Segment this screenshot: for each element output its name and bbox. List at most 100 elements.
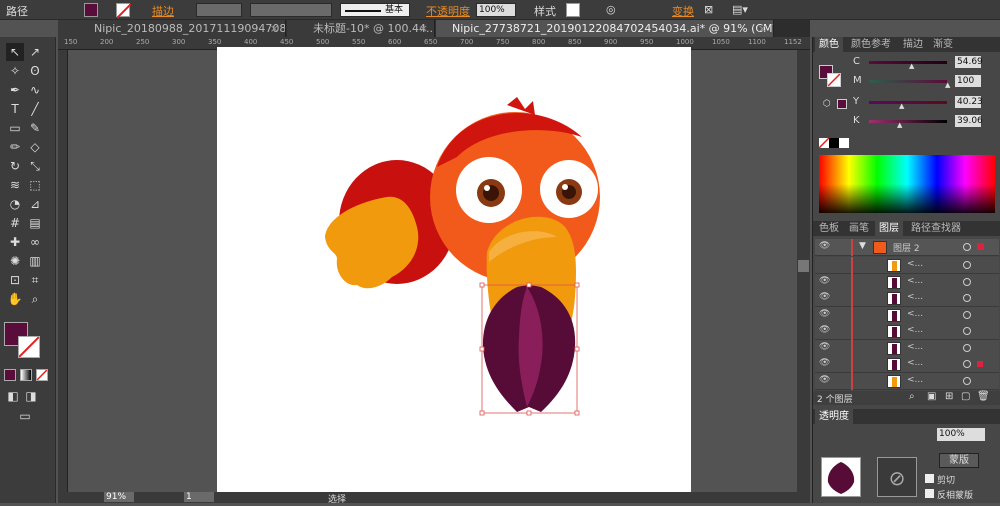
sublayer-label[interactable]: <... bbox=[907, 342, 923, 352]
scroll-thumb[interactable] bbox=[798, 260, 809, 272]
tab-color[interactable]: 颜色 bbox=[815, 37, 843, 52]
mask-placeholder[interactable]: ⊘ bbox=[877, 457, 917, 497]
color-spectrum[interactable] bbox=[819, 155, 995, 213]
shape-builder-icon[interactable]: ◔ bbox=[6, 195, 24, 213]
opacity-input[interactable]: 100% bbox=[476, 3, 516, 17]
hand-icon[interactable]: ✋ bbox=[6, 290, 24, 308]
variable-width-dropdown[interactable] bbox=[250, 3, 332, 17]
color-stroke-box[interactable] bbox=[827, 73, 841, 87]
c-track[interactable] bbox=[869, 61, 947, 64]
color-mode-button[interactable] bbox=[4, 369, 16, 381]
target-icon[interactable] bbox=[963, 243, 971, 251]
draw-behind-icon[interactable]: ◨ bbox=[22, 387, 40, 405]
tab-stroke[interactable]: 描边 bbox=[899, 37, 927, 52]
make-clipping-mask-icon[interactable]: ▣ bbox=[927, 391, 936, 402]
eye-icon[interactable]: 👁 bbox=[819, 375, 830, 385]
m-value[interactable]: 100 bbox=[955, 75, 981, 87]
eyedropper-icon[interactable]: ✚ bbox=[6, 233, 24, 251]
line-icon[interactable]: ╱ bbox=[26, 100, 44, 118]
y-track[interactable] bbox=[869, 101, 947, 104]
free-transform-icon[interactable]: ⬚ bbox=[26, 176, 44, 194]
invert-mask-checkbox[interactable] bbox=[925, 489, 934, 498]
eye-icon[interactable]: 👁 bbox=[819, 309, 830, 319]
out-of-gamut-icon[interactable]: ⬡ bbox=[823, 99, 831, 109]
k-thumb[interactable]: ▲ bbox=[897, 121, 902, 129]
sublayer-label[interactable]: <... bbox=[907, 309, 923, 319]
gradient-mode-button[interactable] bbox=[20, 369, 32, 381]
none-swatch[interactable] bbox=[818, 137, 830, 149]
y-value[interactable]: 40.23 bbox=[955, 96, 983, 108]
target-icon[interactable] bbox=[963, 294, 971, 302]
layer-row[interactable]: 👁 <... bbox=[815, 339, 999, 357]
delete-layer-icon[interactable]: 🗑 bbox=[977, 391, 990, 402]
draw-mode-icon[interactable]: ◧ bbox=[4, 387, 22, 405]
k-value[interactable]: 39.06 bbox=[955, 115, 983, 127]
fill-swatch[interactable] bbox=[84, 3, 98, 17]
gamut-swatch[interactable] bbox=[837, 99, 847, 109]
brush-dropdown[interactable]: 基本 bbox=[340, 3, 410, 17]
gradient-icon[interactable]: ▤ bbox=[26, 214, 44, 232]
transform-label[interactable]: 变换 bbox=[672, 3, 694, 19]
perspective-icon[interactable]: ⊿ bbox=[26, 195, 44, 213]
tab-pathfinder[interactable]: 路径查找器 bbox=[907, 221, 965, 236]
m-track[interactable] bbox=[869, 80, 947, 83]
tab-transparency[interactable]: 透明度 bbox=[815, 409, 853, 424]
target-icon[interactable] bbox=[963, 327, 971, 335]
layer-row[interactable]: 👁 <... bbox=[815, 306, 999, 324]
target-icon[interactable] bbox=[963, 376, 971, 385]
new-layer-icon[interactable]: ▢ bbox=[961, 391, 970, 402]
eye-icon[interactable]: 👁 bbox=[819, 292, 830, 302]
black-swatch[interactable] bbox=[829, 138, 839, 148]
target-icon[interactable] bbox=[963, 277, 971, 286]
direct-selection-icon[interactable]: ↗ bbox=[26, 43, 44, 61]
close-icon[interactable]: × bbox=[270, 20, 279, 37]
eraser-icon[interactable]: ◇ bbox=[26, 138, 44, 156]
curvature-icon[interactable]: ∿ bbox=[26, 81, 44, 99]
sublayer-label[interactable]: <... bbox=[907, 358, 923, 368]
layer-row[interactable]: 👁 <... bbox=[815, 273, 999, 291]
make-mask-button[interactable]: 蒙版 bbox=[939, 453, 979, 468]
align-icon[interactable]: ⊠ bbox=[704, 3, 713, 16]
close-icon[interactable]: × bbox=[419, 20, 428, 37]
eye-icon[interactable]: 👁 bbox=[819, 342, 830, 352]
pencil-icon[interactable]: ✏ bbox=[6, 138, 24, 156]
screen-mode-icon[interactable]: ▭ bbox=[16, 407, 34, 425]
layer-name[interactable]: 图层 2 bbox=[893, 241, 920, 254]
eye-icon[interactable]: 👁 bbox=[819, 276, 830, 286]
style-swatch[interactable] bbox=[566, 3, 580, 17]
magic-wand-icon[interactable]: ✧ bbox=[6, 62, 24, 80]
target-icon[interactable] bbox=[963, 261, 971, 269]
locate-object-icon[interactable]: ⌕ bbox=[909, 391, 915, 402]
tab-document-2[interactable]: 未标题-10* @ 100.44... × bbox=[287, 20, 435, 37]
tab-document-1[interactable]: Nipic_20180988_20171119094708245000.ai* … bbox=[58, 20, 286, 37]
white-swatch[interactable] bbox=[839, 138, 849, 148]
zoom-icon[interactable]: ⌕ bbox=[26, 290, 44, 308]
layer-parent-row[interactable]: 👁 ▼ 图层 2 bbox=[815, 239, 999, 256]
artboard[interactable] bbox=[217, 47, 691, 503]
transparency-opacity-input[interactable]: 100% bbox=[937, 428, 985, 441]
warp-icon[interactable]: ≋ bbox=[6, 176, 24, 194]
zoom-field[interactable]: 91% bbox=[104, 492, 134, 502]
layer-row[interactable]: 👁 <... bbox=[815, 356, 999, 373]
symbol-sprayer-icon[interactable]: ✺ bbox=[6, 252, 24, 270]
selection-icon[interactable]: ↖ bbox=[6, 43, 24, 61]
tab-gradient[interactable]: 渐变 bbox=[929, 37, 957, 52]
sublayer-label[interactable]: <... bbox=[907, 276, 923, 286]
slice-icon[interactable]: ⌗ bbox=[26, 271, 44, 289]
recolor-icon[interactable]: ◎ bbox=[606, 3, 616, 16]
stroke-swatch[interactable] bbox=[116, 3, 132, 19]
target-icon[interactable] bbox=[963, 343, 971, 352]
c-thumb[interactable]: ▲ bbox=[909, 62, 914, 70]
target-icon[interactable] bbox=[963, 360, 971, 368]
tab-layers[interactable]: 图层 bbox=[875, 221, 903, 236]
paintbrush-icon[interactable]: ✎ bbox=[26, 119, 44, 137]
vertical-scrollbar[interactable] bbox=[797, 50, 810, 492]
eye-icon[interactable]: 👁 bbox=[819, 358, 830, 368]
object-thumbnail[interactable] bbox=[821, 457, 861, 497]
tab-brushes[interactable]: 画笔 bbox=[845, 221, 873, 236]
layer-row[interactable]: 👁 <... bbox=[815, 290, 999, 307]
blend-icon[interactable]: ∞ bbox=[26, 233, 44, 251]
layer-row[interactable]: 👁 <... bbox=[815, 323, 999, 340]
rotate-icon[interactable]: ↻ bbox=[6, 157, 24, 175]
sublayer-label[interactable]: <... bbox=[907, 259, 923, 269]
